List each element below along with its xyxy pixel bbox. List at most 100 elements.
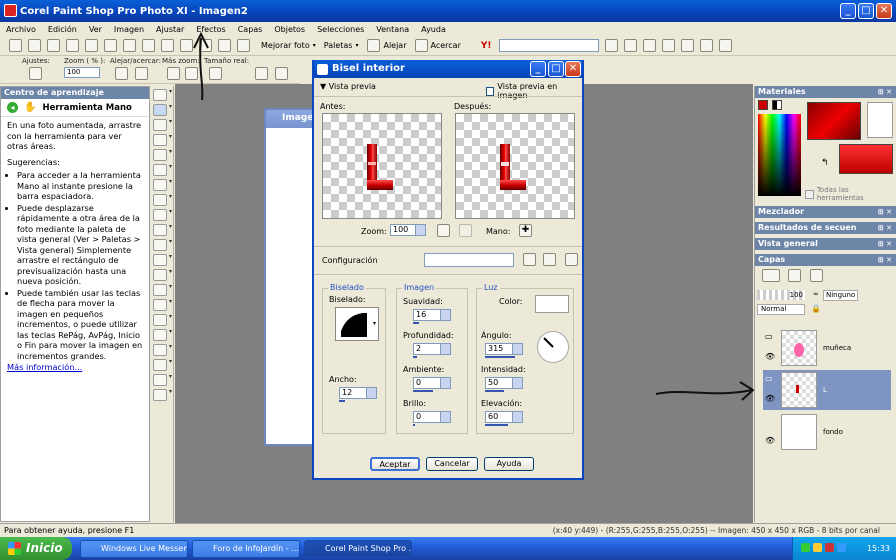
zoom-out-small-icon[interactable] [135,67,148,80]
tray-volume-icon[interactable] [813,543,822,552]
frame-mode-icon[interactable] [758,100,768,110]
width-slider[interactable] [339,400,345,402]
elevation-spinner[interactable]: 60 [485,411,523,423]
zoom-in-icon[interactable] [414,39,428,52]
elevation-slider[interactable] [485,424,508,426]
zoom-more-icon[interactable] [167,67,180,80]
width-spinner[interactable]: 12 [339,387,377,399]
hand-preset-icon[interactable] [29,67,42,80]
reset-icon[interactable] [565,253,578,266]
mixer-header[interactable]: Mezclador [755,206,896,218]
shine-slider[interactable] [413,424,415,426]
layer-row-selected[interactable]: ▭ 👁 L [763,370,891,410]
dialog-minimize-button[interactable]: _ [530,61,546,77]
angle-slider[interactable] [485,356,515,358]
visibility-eye-icon[interactable]: 👁 [765,352,775,361]
depth-slider[interactable] [413,356,417,358]
config-dropdown[interactable] [424,253,514,267]
pen-tool-icon[interactable] [153,358,172,371]
bevel-shape-picker[interactable]: ▾ [335,307,379,341]
layers-header[interactable]: Capas [755,254,896,266]
menu-ventana[interactable]: Ventana [376,25,409,34]
shield-icon[interactable] [662,39,676,52]
menu-selecciones[interactable]: Selecciones [317,25,364,34]
overview-header[interactable]: Vista general [755,238,896,250]
bookmark-icon[interactable] [700,39,714,52]
print-icon[interactable] [123,39,136,52]
save-icon[interactable] [85,39,98,52]
zoom-spinner[interactable]: 100 [390,224,426,236]
fit-preview-icon[interactable] [437,224,450,237]
menu-archivo[interactable]: Archivo [6,25,36,34]
smoothness-spinner[interactable]: 16 [413,309,451,321]
pan-move-icon[interactable]: ✚ [519,224,532,237]
preview-in-image-checkbox[interactable] [486,86,495,96]
delete-layer-icon[interactable] [788,269,801,282]
makeover-icon[interactable] [153,208,172,221]
pick-tool-icon[interactable] [153,118,172,131]
warp-brush-icon[interactable] [153,373,172,386]
start-button[interactable]: Inicio [0,537,72,560]
help-button[interactable]: Ayuda [484,457,534,471]
swap-preview[interactable] [867,102,893,138]
save-preset-icon[interactable] [523,253,536,266]
more-info-link[interactable]: Más información... [7,362,82,372]
layer-row[interactable]: ▭ 👁 muñeca [763,328,891,368]
new-file-icon[interactable] [9,39,22,52]
close-button[interactable]: ✕ [876,3,892,19]
preview-toggle-icon[interactable]: ▼ [320,82,326,91]
text-tool-icon[interactable] [153,328,172,341]
open-folder-icon[interactable] [28,39,41,52]
app-icon[interactable] [4,4,17,17]
layer-row[interactable]: 👁 fondo [763,412,891,452]
zoom-out-button[interactable]: Alejar [383,41,406,50]
color-spectrum-picker[interactable] [758,114,801,196]
undo-icon[interactable] [142,39,155,52]
mail-icon[interactable] [624,39,638,52]
angle-dial[interactable] [537,331,569,363]
taskbar-item-messenger[interactable]: Windows Live Messen... [80,540,188,558]
tray-antivirus-icon[interactable] [825,543,834,552]
lighten-darken-icon[interactable] [153,253,172,266]
paint-brush-icon[interactable] [153,238,172,251]
menu-ajustar[interactable]: Ajustar [156,25,184,34]
menu-imagen[interactable]: Imagen [114,25,144,34]
search-icon[interactable] [605,39,619,52]
cancel-button[interactable]: Cancelar [426,457,478,471]
depth-spinner[interactable]: 2 [413,343,451,355]
tray-messenger-icon[interactable] [837,543,846,552]
rainbow-mode-icon[interactable] [772,100,782,110]
pencil-icon[interactable] [681,39,695,52]
search-input[interactable] [499,39,600,52]
mask-dropdown[interactable]: Ninguno [823,290,859,301]
red-eye-icon[interactable] [153,193,172,206]
fit-image-icon[interactable] [275,67,288,80]
menu-capas[interactable]: Capas [238,25,263,34]
hand-tool-button[interactable] [153,103,172,116]
color-changer-icon[interactable] [153,313,172,326]
minimize-button[interactable]: _ [840,3,856,19]
link-icon[interactable]: ∞ [813,290,819,298]
maximize-button[interactable]: □ [858,3,874,19]
picture-tube-icon[interactable] [153,283,172,296]
fit-window-icon[interactable] [255,67,268,80]
palettes-button[interactable]: Paletas [324,41,353,50]
enhance-photo-button[interactable]: Mejorar foto [261,41,310,50]
crop-tool-icon[interactable] [153,163,172,176]
browse-icon[interactable] [47,39,60,52]
clone-brush-icon[interactable] [153,223,172,236]
tray-network-icon[interactable] [801,543,810,552]
dialog-close-button[interactable]: ✕ [565,61,581,77]
visibility-eye-icon[interactable]: 👁 [765,394,775,403]
zoom-in-small-icon[interactable] [115,67,128,80]
new-layer-icon[interactable] [762,269,780,282]
shine-spinner[interactable]: 0 [413,411,451,423]
messenger-icon[interactable] [643,39,657,52]
paste-icon[interactable] [218,39,231,52]
image-window[interactable]: Imagen [264,108,320,446]
smoothness-slider[interactable] [413,322,419,324]
selection-tool-icon[interactable] [153,133,172,146]
lock-icon[interactable]: 🔒 [811,304,821,313]
background-color-swatch[interactable] [839,144,893,174]
menu-ver[interactable]: Ver [89,25,102,34]
